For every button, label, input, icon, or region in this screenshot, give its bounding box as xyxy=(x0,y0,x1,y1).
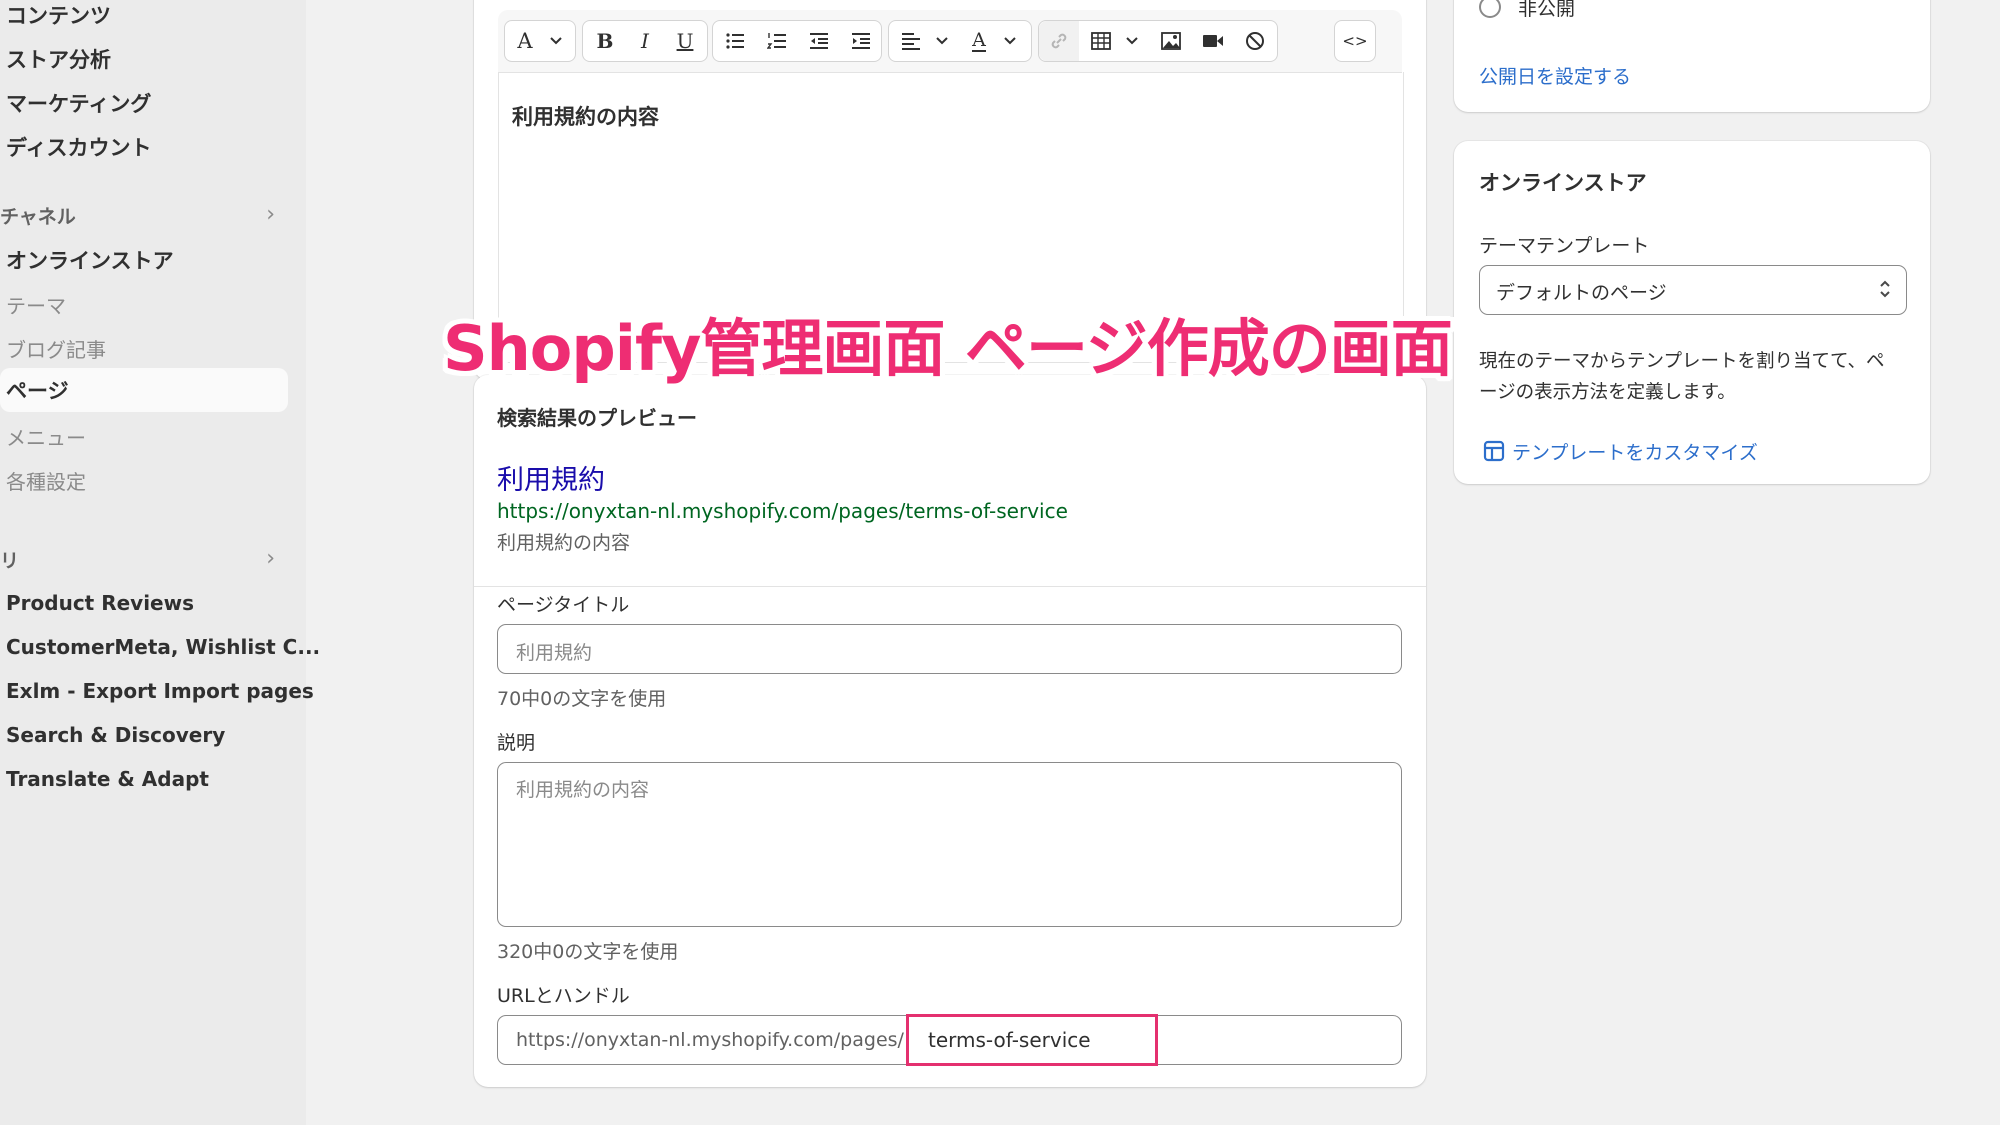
nav-analytics[interactable]: ストア分析 xyxy=(6,44,111,74)
nav-blog-posts[interactable]: ブログ記事 xyxy=(6,334,106,363)
online-store-card-title: オンラインストア xyxy=(1479,171,1647,195)
clear-format-icon[interactable] xyxy=(1235,21,1275,61)
hidden-radio-label: 非公開 xyxy=(1518,0,1576,20)
indent-icon[interactable] xyxy=(841,21,881,61)
seo-preview-description: 利用規約の内容 xyxy=(497,532,631,554)
divider xyxy=(474,586,1426,587)
chevron-down-icon[interactable] xyxy=(1117,21,1147,61)
chevron-down-icon[interactable] xyxy=(927,21,957,61)
page-title-label: ページタイトル xyxy=(497,594,630,616)
bullet-list-icon[interactable] xyxy=(715,21,755,61)
select-arrows-icon xyxy=(1878,278,1892,304)
app-exlm[interactable]: Exlm - Export Import pages xyxy=(6,679,314,703)
apps-label: リ xyxy=(0,550,20,572)
seo-section-title: 検索結果のプレビュー xyxy=(497,406,697,430)
italic-icon[interactable]: I xyxy=(625,21,665,61)
underline-icon[interactable]: U xyxy=(665,21,705,61)
align-icon[interactable] xyxy=(891,21,931,61)
channels-section-header[interactable]: チャネル › xyxy=(0,202,280,229)
theme-template-label: テーマテンプレート xyxy=(1479,235,1650,257)
sidebar: コンテンツ ストア分析 マーケティング ディスカウント チャネル › オンライン… xyxy=(0,0,320,1125)
page-title-input[interactable]: 利用規約 xyxy=(497,624,1402,674)
page-title-char-count: 70中0の文字を使用 xyxy=(497,688,667,710)
description-placeholder: 利用規約の内容 xyxy=(516,779,650,801)
nav-marketing[interactable]: マーケティング xyxy=(6,88,151,118)
seo-preview-url: https://onyxtan-nl.myshopify.com/pages/t… xyxy=(497,499,1068,523)
chevron-right-icon[interactable]: › xyxy=(266,546,275,571)
set-publish-date-link[interactable]: 公開日を設定する xyxy=(1479,62,1631,89)
nav-online-store[interactable]: オンラインストア xyxy=(6,245,174,275)
chevron-down-icon[interactable] xyxy=(995,21,1025,61)
nav-menu[interactable]: メニュー xyxy=(6,422,86,451)
editor-content-text: 利用規約の内容 xyxy=(512,105,659,129)
app-translate-adapt[interactable]: Translate & Adapt xyxy=(6,767,209,791)
seo-preview-title: 利用規約 xyxy=(497,465,605,496)
description-char-count: 320中0の文字を使用 xyxy=(497,941,679,963)
list-group xyxy=(712,20,882,62)
html-icon[interactable]: <> xyxy=(1335,21,1375,61)
nav-content[interactable]: コンテンツ xyxy=(6,0,111,30)
app-search-discovery[interactable]: Search & Discovery xyxy=(6,723,225,747)
url-prefix: https://onyxtan-nl.myshopify.com/pages/ xyxy=(516,1029,904,1051)
nav-pages[interactable]: ページ xyxy=(0,368,288,412)
font-group: A xyxy=(504,20,576,62)
url-handle-label: URLとハンドル xyxy=(497,985,630,1007)
html-group: <> xyxy=(1334,20,1376,62)
insert-group xyxy=(1038,20,1278,62)
text-style-group: B I U xyxy=(582,20,708,62)
page-title-placeholder: 利用規約 xyxy=(516,642,593,664)
nav-settings[interactable]: 各種設定 xyxy=(6,466,86,495)
nav-pages-label: ページ xyxy=(6,379,69,403)
link-icon[interactable] xyxy=(1039,21,1079,61)
theme-template-select[interactable]: デフォルトのページ xyxy=(1479,265,1907,315)
table-icon[interactable] xyxy=(1081,21,1121,61)
align-color-group: A xyxy=(888,20,1032,62)
apps-section-header[interactable]: リ › xyxy=(0,546,280,573)
description-label: 説明 xyxy=(497,732,536,754)
outdent-icon[interactable] xyxy=(799,21,839,61)
chevron-down-icon[interactable] xyxy=(539,21,573,61)
text-color-icon[interactable]: A xyxy=(959,21,999,61)
editor-toolbar: A B I U A <> xyxy=(498,10,1402,73)
numbered-list-icon[interactable] xyxy=(757,21,797,61)
nav-theme[interactable]: テーマ xyxy=(6,290,66,319)
template-description: 現在のテーマからテンプレートを割り当てて、ページの表示方法を定義します。 xyxy=(1479,351,1885,403)
url-handle-value[interactable]: terms-of-service xyxy=(928,1028,1091,1052)
bold-icon[interactable]: B xyxy=(585,21,625,61)
nav-discounts[interactable]: ディスカウント xyxy=(6,132,152,162)
app-customermeta[interactable]: CustomerMeta, Wishlist C... xyxy=(6,635,320,659)
channels-label: チャネル xyxy=(0,206,76,228)
layout-icon xyxy=(1483,440,1505,466)
app-product-reviews[interactable]: Product Reviews xyxy=(6,591,194,615)
video-icon[interactable] xyxy=(1193,21,1233,61)
overlay-caption: Shopify管理画面 ページ作成の画面 xyxy=(443,312,1453,385)
theme-template-value: デフォルトのページ xyxy=(1496,282,1667,304)
image-icon[interactable] xyxy=(1151,21,1191,61)
customize-template-link[interactable]: テンプレートをカスタマイズ xyxy=(1512,438,1758,465)
description-textarea[interactable]: 利用規約の内容 xyxy=(497,762,1402,927)
chevron-right-icon[interactable]: › xyxy=(266,202,275,227)
